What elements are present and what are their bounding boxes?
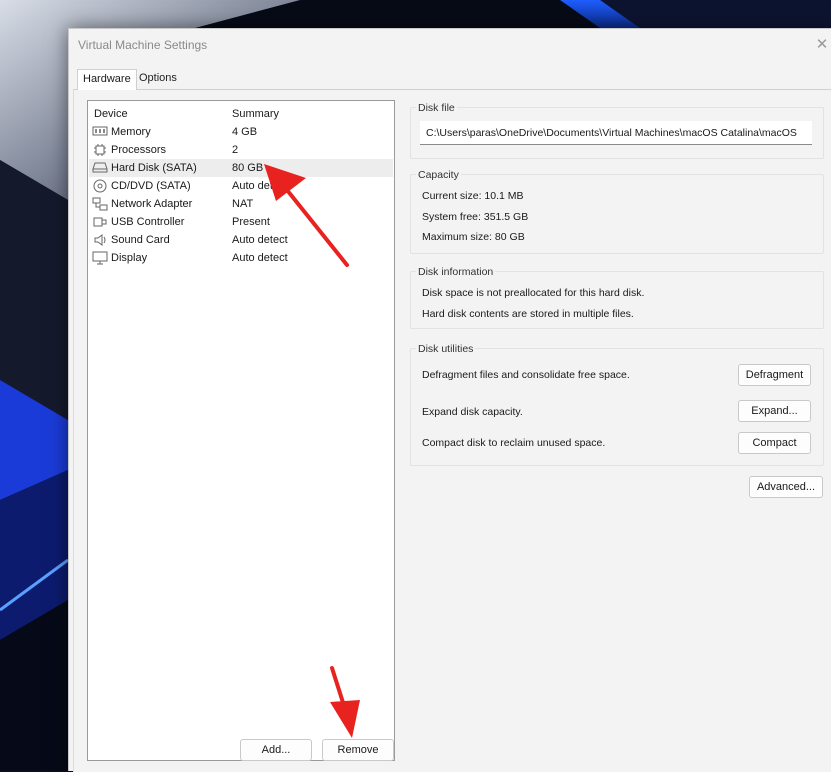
window-title: Virtual Machine Settings <box>78 38 208 52</box>
title-bar: Virtual Machine Settings ✕ <box>69 29 831 61</box>
device-row-memory[interactable]: Memory 4 GB <box>89 123 393 141</box>
disk-info-line-2: Hard disk contents are stored in multipl… <box>422 308 634 320</box>
device-summary: 80 GB <box>232 162 264 174</box>
device-name: CD/DVD (SATA) <box>111 180 191 192</box>
summary-column-header: Summary <box>232 108 280 120</box>
processor-icon <box>92 143 108 157</box>
device-summary: Auto detect <box>232 252 288 264</box>
current-size-text: Current size: 10.1 MB <box>422 190 524 202</box>
device-summary: NAT <box>232 198 254 210</box>
device-row-usb-controller[interactable]: USB Controller Present <box>89 213 393 231</box>
maximum-size-text: Maximum size: 80 GB <box>422 231 525 243</box>
device-row-cd-dvd[interactable]: CD/DVD (SATA) Auto detect <box>89 177 393 195</box>
close-button[interactable]: ✕ <box>812 35 831 55</box>
device-row-processors[interactable]: Processors 2 <box>89 141 393 159</box>
device-row-sound-card[interactable]: Sound Card Auto detect <box>89 231 393 249</box>
add-button[interactable]: Add... <box>240 739 312 761</box>
network-adapter-icon <box>92 197 108 211</box>
capacity-label: Capacity <box>416 169 461 181</box>
disk-utilities-group: Disk utilities Defragment files and cons… <box>410 343 824 466</box>
system-free-text: System free: 351.5 GB <box>422 211 529 223</box>
disk-information-group: Disk information Disk space is not preal… <box>410 266 824 329</box>
device-summary: 2 <box>232 144 239 156</box>
sound-card-icon <box>92 233 108 247</box>
device-row-hard-disk[interactable]: Hard Disk (SATA) 80 GB <box>89 159 393 177</box>
tab-hardware[interactable]: Hardware <box>77 69 137 90</box>
usb-icon <box>92 215 108 229</box>
capacity-group: Capacity Current size: 10.1 MB System fr… <box>410 169 824 254</box>
disk-info-line-1: Disk space is not preallocated for this … <box>422 287 645 299</box>
remove-button[interactable]: Remove <box>322 739 394 761</box>
disk-file-group: Disk file <box>410 102 824 159</box>
device-list[interactable]: Device Summary Memory 4 GB Processors 2 … <box>87 100 395 761</box>
expand-button[interactable]: Expand... <box>738 400 811 422</box>
compact-description: Compact disk to reclaim unused space. <box>422 437 606 449</box>
tab-options[interactable]: Options <box>134 69 182 89</box>
defragment-description: Defragment files and consolidate free sp… <box>422 369 630 381</box>
device-name: USB Controller <box>111 216 185 228</box>
device-name: Network Adapter <box>111 198 193 210</box>
defragment-button[interactable]: Defragment <box>738 364 811 386</box>
device-row-display[interactable]: Display Auto detect <box>89 249 393 267</box>
device-name: Hard Disk (SATA) <box>111 162 197 174</box>
disk-file-label: Disk file <box>416 102 457 114</box>
memory-icon <box>92 125 108 139</box>
device-name: Memory <box>111 126 151 138</box>
disk-information-label: Disk information <box>416 266 496 278</box>
list-header: Device Summary <box>88 101 394 120</box>
device-row-network-adapter[interactable]: Network Adapter NAT <box>89 195 393 213</box>
expand-description: Expand disk capacity. <box>422 406 523 418</box>
vm-settings-dialog: Virtual Machine Settings ✕ Hardware Opti… <box>68 28 831 772</box>
device-name: Sound Card <box>111 234 170 246</box>
display-icon <box>92 251 108 265</box>
disk-file-path-field[interactable] <box>420 121 812 145</box>
device-summary: Auto detect <box>232 180 288 192</box>
device-summary: 4 GB <box>232 126 258 138</box>
device-name: Display <box>111 252 148 264</box>
device-name: Processors <box>111 144 167 156</box>
hard-disk-icon <box>92 161 108 175</box>
compact-button[interactable]: Compact <box>738 432 811 454</box>
cd-dvd-icon <box>92 179 108 193</box>
advanced-button[interactable]: Advanced... <box>749 476 823 498</box>
device-summary: Auto detect <box>232 234 288 246</box>
device-summary: Present <box>232 216 270 228</box>
device-column-header: Device <box>94 108 128 120</box>
disk-utilities-label: Disk utilities <box>416 343 476 355</box>
